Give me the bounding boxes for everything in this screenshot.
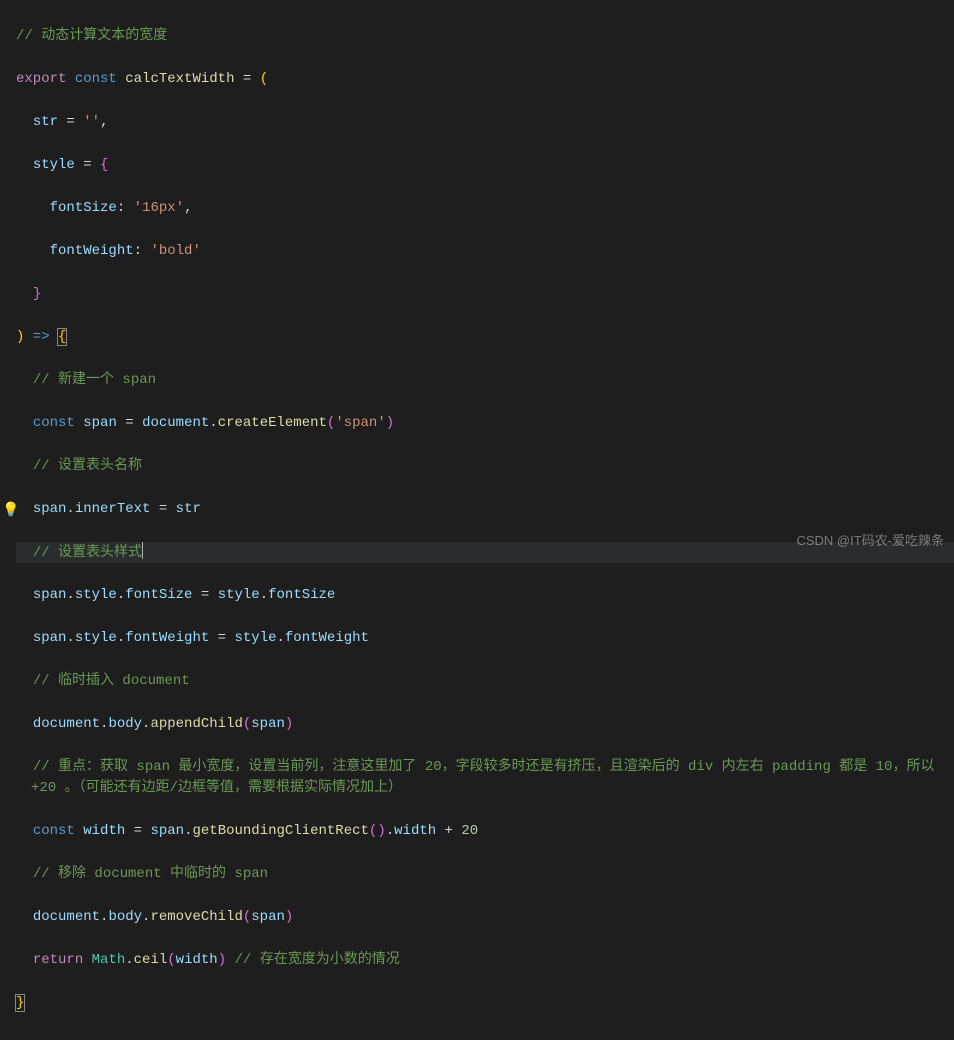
variable: span [33,587,67,603]
property: width [394,823,436,839]
paren: ( [260,71,268,87]
variable: span [33,630,67,646]
property: fontSize [268,587,335,603]
variable: span [33,501,67,517]
param: style [33,157,75,173]
method: createElement [218,415,327,431]
lightbulb-icon[interactable]: 💡 [2,501,19,523]
brace: } [15,994,25,1012]
variable: style [234,630,276,646]
comment: // 设置表头样式 [33,545,142,561]
property: fontSize [50,200,117,216]
code-editor[interactable]: // 动态计算文本的宽度 export const calcTextWidth … [0,0,954,1040]
comment: // 临时插入 document [33,673,190,689]
comment: // 存在宽度为小数的情况 [235,952,400,968]
function-name: calcTextWidth [125,71,234,87]
brace: } [33,286,41,302]
property: style [75,587,117,603]
method: ceil [134,952,168,968]
property: fontWeight [125,630,209,646]
variable: str [176,501,201,517]
property: body [108,909,142,925]
keyword: return [33,952,83,968]
param: str [33,114,58,130]
comment: // 动态计算文本的宽度 [16,28,167,44]
variable: span [150,823,184,839]
variable: span [251,716,285,732]
string: 'bold' [150,243,200,259]
object: document [142,415,209,431]
property: style [75,630,117,646]
string: 'span' [335,415,385,431]
keyword: export [16,71,66,87]
variable: width [83,823,125,839]
variable: span [83,415,117,431]
comment: // 设置表头名称 [33,458,142,474]
watermark: CSDN @IT码农-爱吃辣条 [796,530,944,552]
property: innerText [75,501,151,517]
method: getBoundingClientRect [192,823,368,839]
keyword: const [75,71,117,87]
object: document [33,909,100,925]
method: appendChild [150,716,242,732]
comment: // 移除 document 中临时的 span [33,866,268,882]
property: fontWeight [285,630,369,646]
string: '' [83,114,100,130]
property: fontSize [125,587,192,603]
number: 20 [461,823,478,839]
keyword: const [33,823,75,839]
brace: { [100,157,108,173]
comment: // 重点：获取 span 最小宽度，设置当前列，注意这里加了 20，字段较多时… [31,759,943,797]
keyword: const [33,415,75,431]
arrow: => [24,329,58,345]
method: removeChild [150,909,242,925]
string: '16px' [134,200,184,216]
variable: style [218,587,260,603]
variable: span [251,909,285,925]
object: document [33,716,100,732]
variable: width [176,952,218,968]
comment: // 新建一个 span [33,372,156,388]
brace: { [57,328,67,346]
property: fontWeight [50,243,134,259]
class: Math [92,952,126,968]
text-cursor [142,542,143,559]
property: body [108,716,142,732]
